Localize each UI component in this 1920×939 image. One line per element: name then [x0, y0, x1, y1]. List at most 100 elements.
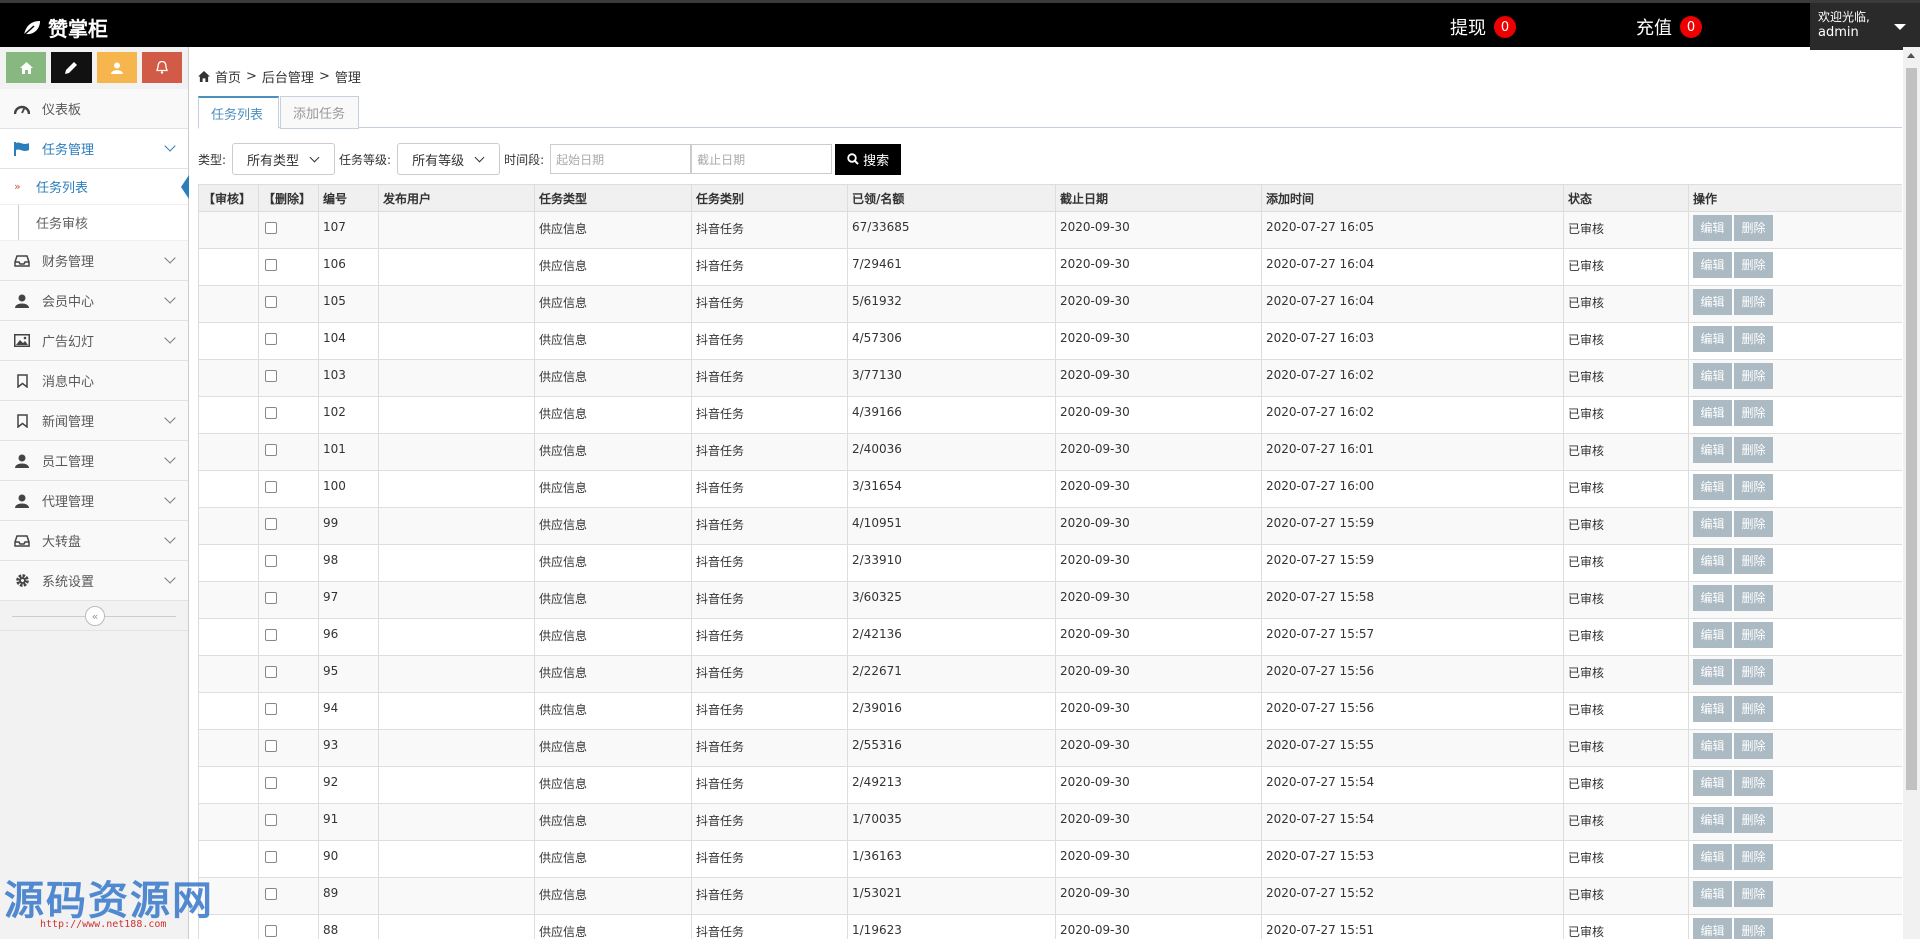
- row-checkbox[interactable]: [265, 814, 277, 826]
- sidebar-item-task-management[interactable]: 任务管理: [0, 129, 188, 169]
- row-checkbox[interactable]: [265, 555, 277, 567]
- delete-button[interactable]: 删除: [1734, 511, 1773, 537]
- row-checkbox[interactable]: [265, 481, 277, 493]
- delete-button[interactable]: 删除: [1734, 770, 1773, 796]
- task-category-cell: 抖音任务: [691, 359, 848, 397]
- edit-button[interactable]: 编辑: [1693, 696, 1732, 722]
- delete-button[interactable]: 删除: [1734, 918, 1773, 939]
- edit-button[interactable]: 编辑: [1693, 548, 1732, 574]
- edit-button[interactable]: 编辑: [1693, 215, 1732, 241]
- edit-button[interactable]: 编辑: [1693, 437, 1732, 463]
- tab-bar: 任务列表 添加任务: [198, 96, 1902, 129]
- row-checkbox[interactable]: [265, 925, 277, 937]
- breadcrumb-backend[interactable]: 后台管理: [262, 67, 314, 86]
- shortcut-users-button[interactable]: [96, 52, 137, 83]
- row-checkbox[interactable]: [265, 777, 277, 789]
- sidebar-item-staff[interactable]: 员工管理: [0, 441, 188, 481]
- page-scrollbar[interactable]: [1903, 47, 1920, 939]
- edit-button[interactable]: 编辑: [1693, 363, 1732, 389]
- edit-button[interactable]: 编辑: [1693, 289, 1732, 315]
- row-checkbox[interactable]: [265, 407, 277, 419]
- delete-button[interactable]: 删除: [1734, 215, 1773, 241]
- sidebar-item-news[interactable]: 新闻管理: [0, 401, 188, 441]
- shortcut-edit-button[interactable]: [51, 52, 92, 83]
- brand-logo[interactable]: 赞掌柜: [22, 13, 108, 42]
- sidebar-item-settings[interactable]: 系统设置: [0, 561, 188, 601]
- sidebar-item-messages[interactable]: 消息中心: [0, 361, 188, 401]
- double-angle-left-icon[interactable]: «: [85, 606, 105, 626]
- breadcrumb-home[interactable]: 首页: [215, 67, 241, 86]
- row-checkbox[interactable]: [265, 518, 277, 530]
- delete-button[interactable]: 删除: [1734, 326, 1773, 352]
- row-checkbox[interactable]: [265, 740, 277, 752]
- edit-button[interactable]: 编辑: [1693, 585, 1732, 611]
- edit-button[interactable]: 编辑: [1693, 733, 1732, 759]
- sidebar-subitem-task-review[interactable]: 任务审核: [0, 205, 188, 241]
- edit-button[interactable]: 编辑: [1693, 252, 1732, 278]
- sidebar-item-members[interactable]: 会员中心: [0, 281, 188, 321]
- delete-button[interactable]: 删除: [1734, 289, 1773, 315]
- delete-button[interactable]: 删除: [1734, 844, 1773, 870]
- edit-button[interactable]: 编辑: [1693, 400, 1732, 426]
- edit-button[interactable]: 编辑: [1693, 918, 1732, 939]
- row-checkbox[interactable]: [265, 296, 277, 308]
- sidebar-item-dashboard[interactable]: 仪表板: [0, 89, 188, 129]
- user-menu[interactable]: 欢迎光临, admin: [1810, 3, 1920, 50]
- row-checkbox[interactable]: [265, 370, 277, 382]
- shortcut-home-button[interactable]: [6, 52, 47, 83]
- sidebar-item-ads[interactable]: 广告幻灯: [0, 321, 188, 361]
- edit-button[interactable]: 编辑: [1693, 326, 1732, 352]
- delete-button[interactable]: 删除: [1734, 363, 1773, 389]
- row-checkbox[interactable]: [265, 592, 277, 604]
- delete-button[interactable]: 删除: [1734, 733, 1773, 759]
- sidebar-item-agents[interactable]: 代理管理: [0, 481, 188, 521]
- edit-button[interactable]: 编辑: [1693, 622, 1732, 648]
- delete-button[interactable]: 删除: [1734, 252, 1773, 278]
- row-checkbox[interactable]: [265, 259, 277, 271]
- delete-button[interactable]: 删除: [1734, 622, 1773, 648]
- type-select[interactable]: 所有类型: [232, 143, 336, 175]
- row-checkbox[interactable]: [265, 444, 277, 456]
- edit-button[interactable]: 编辑: [1693, 659, 1732, 685]
- row-checkbox[interactable]: [265, 333, 277, 345]
- row-checkbox[interactable]: [265, 851, 277, 863]
- edit-button[interactable]: 编辑: [1693, 511, 1732, 537]
- status-cell: 已审核: [1563, 655, 1689, 693]
- edit-button[interactable]: 编辑: [1693, 770, 1732, 796]
- recharge-link[interactable]: 充值 0: [1636, 14, 1702, 40]
- tab-task-list[interactable]: 任务列表: [198, 96, 279, 129]
- row-checkbox[interactable]: [265, 666, 277, 678]
- delete-button[interactable]: 删除: [1734, 696, 1773, 722]
- delete-button[interactable]: 删除: [1734, 548, 1773, 574]
- delete-button[interactable]: 删除: [1734, 881, 1773, 907]
- delete-button[interactable]: 删除: [1734, 437, 1773, 463]
- level-select[interactable]: 所有等级: [397, 143, 501, 175]
- delete-button[interactable]: 删除: [1734, 400, 1773, 426]
- search-button[interactable]: 搜索: [835, 143, 902, 175]
- shortcut-notify-button[interactable]: [141, 52, 182, 83]
- delete-button[interactable]: 删除: [1734, 474, 1773, 500]
- delete-button[interactable]: 删除: [1734, 585, 1773, 611]
- row-checkbox[interactable]: [265, 703, 277, 715]
- withdraw-link[interactable]: 提现 0: [1450, 14, 1516, 40]
- sidebar-item-wheel[interactable]: 大转盘: [0, 521, 188, 561]
- edit-button[interactable]: 编辑: [1693, 881, 1732, 907]
- review-cell: [198, 211, 259, 249]
- delete-button[interactable]: 删除: [1734, 659, 1773, 685]
- start-date-input[interactable]: 起始日期: [550, 144, 692, 174]
- edit-button[interactable]: 编辑: [1693, 844, 1732, 870]
- tab-add-task[interactable]: 添加任务: [280, 96, 359, 129]
- edit-button[interactable]: 编辑: [1693, 807, 1732, 833]
- row-checkbox[interactable]: [265, 222, 277, 234]
- row-checkbox[interactable]: [265, 629, 277, 641]
- row-checkbox[interactable]: [265, 888, 277, 900]
- scroll-up-icon[interactable]: [1907, 53, 1915, 58]
- main-content: 首页 > 后台管理 > 管理 任务列表 添加任务 类型: 所有类型 任务等级: …: [190, 47, 1902, 939]
- edit-button[interactable]: 编辑: [1693, 474, 1732, 500]
- delete-button[interactable]: 删除: [1734, 807, 1773, 833]
- task-type-cell: 供应信息: [534, 655, 692, 693]
- scrollbar-thumb[interactable]: [1906, 68, 1917, 790]
- end-date-input[interactable]: 截止日期: [691, 144, 833, 174]
- sidebar-subitem-task-list[interactable]: » 任务列表: [0, 169, 189, 205]
- sidebar-item-finance[interactable]: 财务管理: [0, 241, 188, 281]
